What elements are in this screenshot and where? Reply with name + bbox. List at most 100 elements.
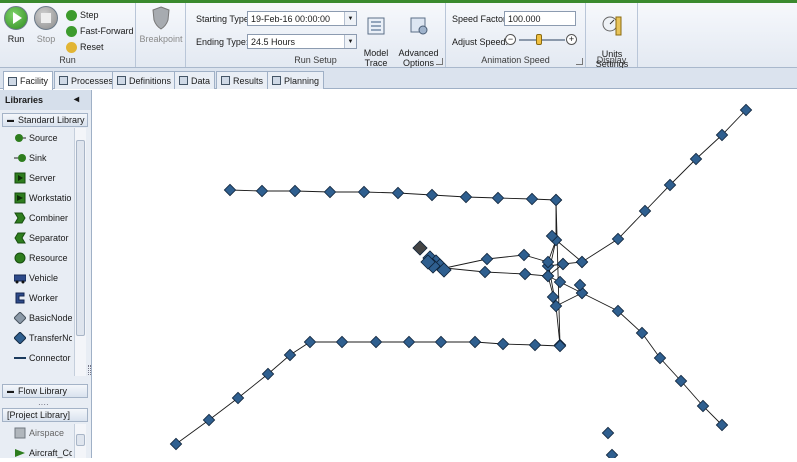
step-button[interactable]: Step [66, 8, 99, 22]
transfer-node[interactable] [288, 184, 302, 198]
vehicle-icon [14, 274, 26, 284]
project-library-scrollbar[interactable] [74, 424, 86, 458]
transfer-node[interactable] [323, 185, 337, 199]
speed-slider-thumb[interactable] [536, 34, 542, 45]
library-scrollbar[interactable] [74, 128, 86, 376]
path-link[interactable] [547, 275, 723, 426]
fast-forward-button[interactable]: Fast-Forward [66, 24, 134, 38]
transfer-node[interactable] [459, 190, 473, 204]
project-item-airspace[interactable]: Airspace [14, 424, 72, 442]
transfer-node[interactable] [231, 391, 245, 405]
library-item-source[interactable]: Source [14, 129, 72, 147]
reset-button[interactable]: Reset [66, 40, 104, 54]
play-icon [4, 6, 28, 30]
library-item-sink[interactable]: Sink [14, 149, 72, 167]
shield-icon [152, 6, 170, 30]
transfer-node[interactable] [556, 257, 570, 271]
transfer-node[interactable] [202, 413, 216, 427]
transfer-node[interactable] [303, 335, 317, 349]
chevron-down-icon: ▼ [344, 35, 356, 48]
breakpoint-button[interactable]: Breakpoint [138, 6, 184, 44]
transfer-node[interactable] [553, 339, 567, 353]
library-item-workstation[interactable]: Workstation [14, 189, 72, 207]
tab-processes[interactable]: Processes [54, 71, 119, 89]
transfer-node[interactable] [491, 191, 505, 205]
ending-type-dropdown[interactable]: 24.5 Hours ▼ [247, 34, 357, 49]
tab-label: Data [191, 75, 211, 86]
transfer-node[interactable] [496, 337, 510, 351]
path-link[interactable] [547, 109, 747, 267]
flow-library-header[interactable]: ▬ Flow Library [2, 384, 88, 398]
path-link[interactable] [229, 189, 557, 201]
minus-icon[interactable]: − [505, 34, 516, 45]
chevron-left-icon[interactable]: ◂ [74, 94, 79, 105]
transfer-node[interactable] [549, 193, 563, 207]
tab-planning[interactable]: Planning [267, 71, 325, 89]
path-link[interactable] [175, 341, 561, 445]
run-setup-launcher[interactable] [436, 58, 443, 65]
library-item-resource[interactable]: Resource [14, 249, 72, 267]
collapse-icon: ▬ [7, 116, 14, 124]
facility-network[interactable] [93, 90, 797, 462]
sink-icon [14, 154, 26, 162]
transfer-node[interactable] [478, 265, 492, 279]
starting-type-dropdown[interactable]: 19-Feb-16 00:00:00 ▼ [247, 11, 357, 26]
run-button[interactable]: Run [3, 6, 29, 44]
libraries-panel: Libraries ◂ ▬ Standard Library Source Si… [0, 90, 92, 458]
transfer-node[interactable] [605, 448, 619, 462]
cluster-object[interactable] [412, 240, 428, 256]
transfer-node[interactable] [468, 335, 482, 349]
resource-icon [14, 252, 26, 264]
transfer-node[interactable] [517, 248, 531, 262]
library-item-transfernode[interactable]: TransferNod [14, 329, 72, 347]
transfer-node[interactable] [335, 335, 349, 349]
tab-results[interactable]: Results [216, 71, 269, 89]
transfer-node[interactable] [575, 255, 589, 269]
library-item-worker[interactable]: Worker [14, 289, 72, 307]
library-item-server[interactable]: Server [14, 169, 72, 187]
data-icon [179, 76, 188, 85]
transfer-node[interactable] [402, 335, 416, 349]
speed-slider[interactable] [519, 39, 565, 41]
animation-speed-launcher[interactable] [576, 58, 583, 65]
transfer-node[interactable] [223, 183, 237, 197]
library-item-combiner[interactable]: Combiner [14, 209, 72, 227]
panel-splitter-handle[interactable] [88, 365, 91, 375]
transfer-node[interactable] [480, 252, 494, 266]
project-item-aircraft[interactable]: Aircraft_CdG [14, 444, 72, 462]
transfer-node[interactable] [169, 437, 183, 451]
standard-library-header[interactable]: ▬ Standard Library [2, 113, 88, 127]
tab-definitions[interactable]: Definitions [112, 71, 177, 89]
path-link[interactable] [444, 267, 557, 307]
transfer-node[interactable] [553, 275, 567, 289]
library-item-separator[interactable]: Separator [14, 229, 72, 247]
tab-data[interactable]: Data [174, 71, 216, 89]
facility-canvas[interactable] [93, 90, 797, 462]
transfer-node[interactable] [357, 185, 371, 199]
project-library-header[interactable]: [Project Library] [2, 408, 88, 422]
tab-label: Definitions [129, 75, 172, 86]
library-item-vehicle[interactable]: Vehicle [14, 269, 72, 287]
tab-facility[interactable]: Facility [3, 71, 54, 90]
transfer-node[interactable] [525, 192, 539, 206]
project-scrollbar-thumb[interactable] [76, 434, 85, 446]
transfer-node[interactable] [255, 184, 269, 198]
transfer-node[interactable] [601, 426, 615, 440]
transfer-node[interactable] [518, 267, 532, 281]
transfer-node[interactable] [541, 269, 555, 283]
transfer-node[interactable] [528, 338, 542, 352]
path-link[interactable] [555, 239, 583, 263]
plus-icon[interactable]: + [566, 34, 577, 45]
transfer-node[interactable] [391, 186, 405, 200]
path-link[interactable] [444, 239, 557, 269]
stop-button[interactable]: Stop [33, 6, 59, 44]
library-item-basicnode[interactable]: BasicNode [14, 309, 72, 327]
library-item-connector[interactable]: Connector [14, 349, 72, 367]
transfer-node[interactable] [369, 335, 383, 349]
library-scrollbar-thumb[interactable] [76, 140, 85, 336]
transfer-node[interactable] [425, 188, 439, 202]
speed-factor-input[interactable]: 100.000 [504, 11, 576, 26]
adjust-speed-label: Adjust Speed: [452, 37, 509, 47]
transfer-node[interactable] [434, 335, 448, 349]
project-library-label: [Project Library] [7, 410, 71, 420]
